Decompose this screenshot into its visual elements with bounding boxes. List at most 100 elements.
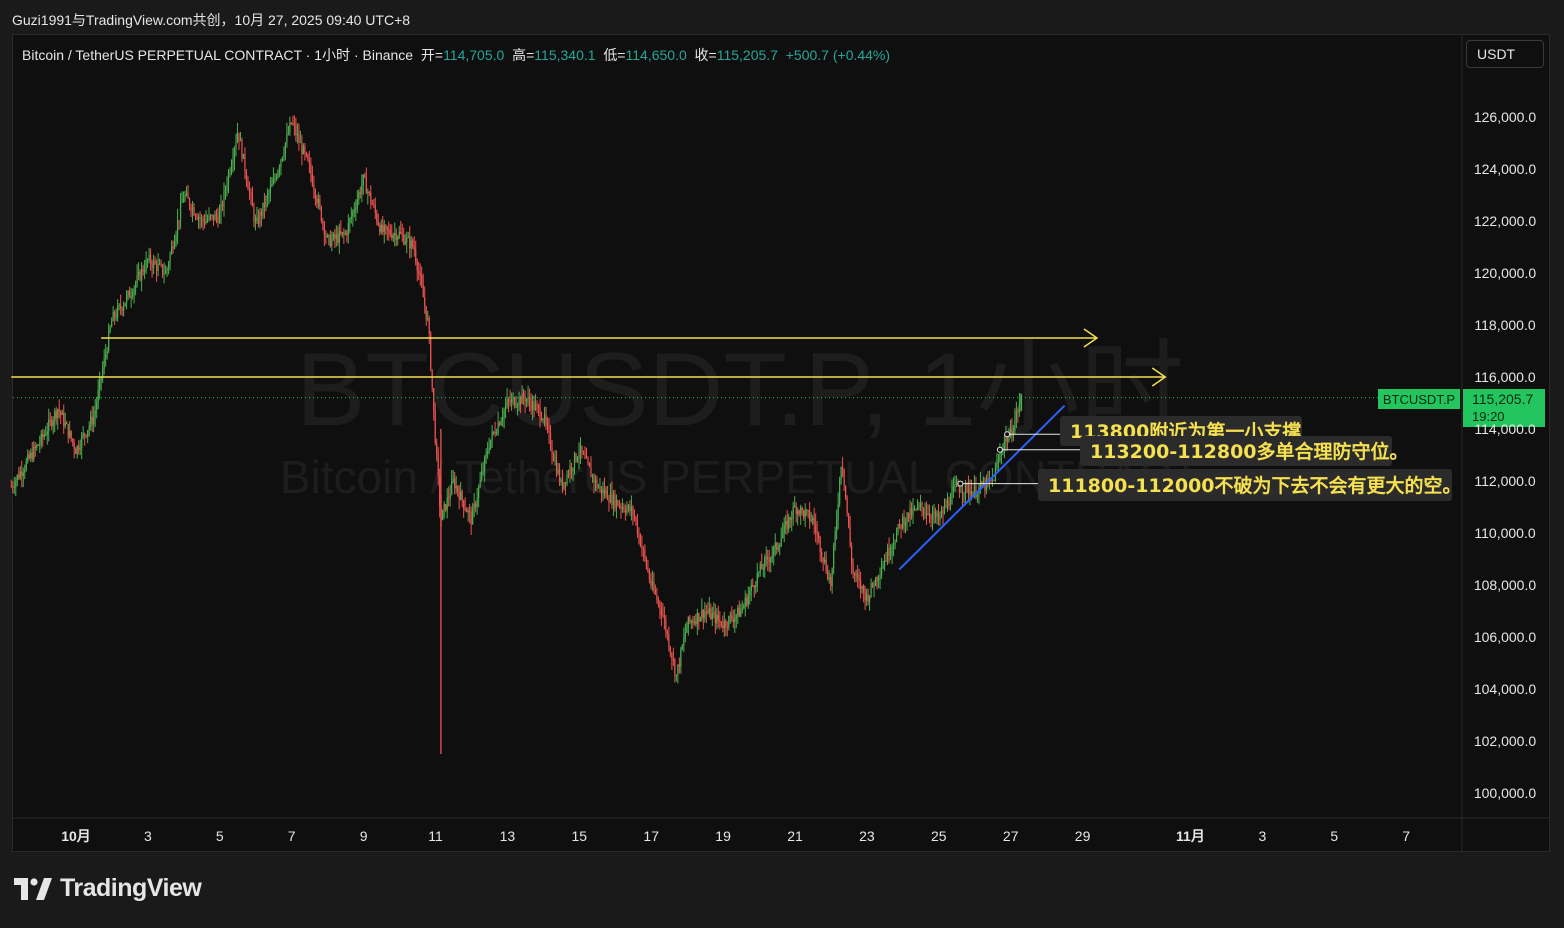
candle-body [223, 190, 225, 207]
x-tick-label: 3 [1258, 828, 1266, 844]
x-tick-label: 23 [859, 828, 875, 844]
candle-body [229, 172, 231, 174]
candle-body [262, 202, 264, 216]
candle-body [624, 510, 627, 513]
candle-body [496, 432, 498, 434]
x-tick-label: 19 [715, 828, 731, 844]
candle-body [421, 275, 423, 286]
candle-body [704, 611, 706, 619]
candle-body [51, 419, 53, 427]
candle-body [293, 123, 295, 126]
candle-body [803, 510, 805, 518]
candle-body [813, 517, 815, 525]
candle-body [57, 409, 59, 418]
x-tick-label: 5 [1330, 828, 1338, 844]
candle-body [389, 230, 391, 235]
candle-body [924, 512, 926, 514]
candle-body [567, 474, 570, 476]
candle-body [461, 491, 463, 501]
candle-body [855, 574, 857, 576]
candle-body [588, 463, 591, 467]
candle-body [627, 505, 630, 509]
candle-body [370, 192, 372, 203]
candle-body [257, 217, 260, 224]
candle-body [870, 583, 872, 596]
candle-body [969, 490, 971, 494]
candle-body [37, 445, 39, 447]
candle-body [27, 454, 29, 461]
candle-body [48, 419, 50, 432]
candle-body [849, 527, 851, 546]
candle-body [830, 577, 832, 586]
candle-body [552, 455, 555, 461]
candle-body [377, 220, 379, 226]
candle-body [386, 226, 388, 230]
candle-body [638, 533, 640, 535]
candle-body [97, 389, 99, 403]
candle-body [58, 409, 60, 412]
candle-body [160, 263, 162, 265]
candle-body [218, 213, 221, 223]
price-chart[interactable]: BTCUSDT.P, 1小时 Bitcoin / TetherUS PERPET… [0, 0, 1564, 928]
candle-body [149, 254, 152, 265]
candle-body [106, 351, 108, 355]
candle-body [942, 510, 944, 514]
candle-body [118, 305, 120, 307]
candle-body [672, 659, 674, 661]
candle-body [184, 195, 186, 199]
candle-body [882, 565, 884, 569]
candle-body [788, 517, 790, 529]
candle-body [506, 399, 508, 406]
candle-body [759, 563, 761, 572]
candle-body [407, 236, 409, 238]
brand-name: TradingView [60, 874, 202, 902]
candle-body [30, 452, 32, 458]
candle-body [28, 454, 30, 458]
candle-body [166, 268, 168, 272]
candle-body [746, 597, 748, 605]
candle-body [443, 504, 445, 510]
candle-body [904, 521, 907, 526]
candle-body [726, 626, 728, 628]
candle-body [534, 404, 537, 410]
candle-body [141, 268, 143, 281]
candle-body [756, 573, 758, 586]
candle-body [147, 259, 149, 261]
candle-body [121, 308, 123, 311]
candle-body [341, 232, 343, 234]
candle-body [373, 204, 375, 206]
candle-body [800, 507, 802, 515]
candle-body [831, 568, 833, 586]
candle-body [548, 426, 550, 433]
candle-body [732, 619, 734, 622]
candle-body [364, 174, 366, 177]
candle-body [194, 215, 197, 217]
candle-body [148, 254, 150, 260]
candle-body [317, 198, 319, 204]
candle-body [909, 508, 911, 519]
candle-body [13, 487, 15, 489]
candle-body [416, 261, 418, 272]
candle-body [451, 481, 453, 495]
candle-body [245, 172, 248, 182]
candle-body [132, 294, 134, 297]
candle-body [169, 253, 171, 264]
tradingview-logo[interactable]: TradingView [14, 874, 202, 903]
candle-body [824, 559, 826, 562]
candle-body [12, 486, 14, 488]
candle-body [105, 354, 107, 359]
candle-body [774, 542, 776, 548]
candle-body [877, 577, 880, 581]
candle-body [212, 214, 215, 221]
candle-body [656, 593, 658, 600]
y-tick-label: 104,000.0 [1474, 681, 1536, 697]
candle-body [502, 417, 504, 421]
candle-body [437, 453, 439, 476]
candle-body [883, 560, 886, 566]
candle-body [569, 466, 571, 475]
candle-body [406, 237, 408, 243]
candle-body [919, 502, 922, 506]
candle-body [316, 198, 318, 204]
candle-body [452, 478, 454, 482]
candle-body [848, 513, 850, 528]
